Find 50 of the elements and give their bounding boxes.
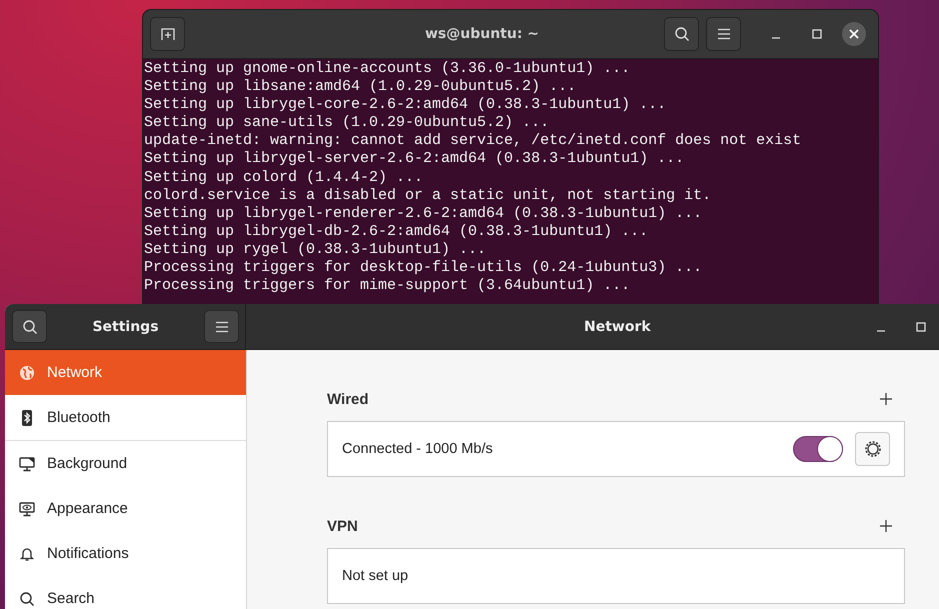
sidebar-item[interactable]: Background bbox=[5, 441, 246, 486]
empty-message: Not set up bbox=[342, 568, 410, 584]
toggle-switch[interactable] bbox=[793, 436, 843, 462]
monitor-icon bbox=[19, 456, 35, 472]
maximize-icon[interactable] bbox=[811, 28, 823, 40]
terminal-line: Processing triggers for mime-support (3.64ubuntu1) ... bbox=[144, 277, 632, 296]
terminal-line: Setting up gnome-online-accounts (3.36.0-1ubuntu1) ... bbox=[144, 60, 632, 78]
terminal-line: Setting up colord (1.4.4-2) ... bbox=[144, 168, 424, 187]
add-icon[interactable] bbox=[879, 519, 893, 533]
terminal-line: Setting up rygel (0.38.3-1ubuntu1) ... bbox=[144, 240, 488, 260]
sidebar-item[interactable]: Search bbox=[5, 576, 246, 609]
menu-button[interactable] bbox=[204, 310, 239, 343]
terminal-line: Setting up librygel-renderer-2.6-2:amd64 (0.38.3-1ubuntu1) ... bbox=[144, 204, 704, 223]
gear-icon bbox=[864, 440, 882, 458]
sidebar-item[interactable]: Appearance bbox=[5, 486, 246, 531]
terminal-line: Setting up libsane:amd64 (1.0.29-0ubuntu5.2) ... bbox=[144, 78, 578, 96]
search-icon bbox=[674, 26, 690, 42]
monitor-eye-icon bbox=[19, 500, 35, 516]
search-button[interactable] bbox=[12, 310, 47, 343]
search-icon bbox=[22, 318, 38, 334]
section-heading: VPN bbox=[327, 518, 358, 534]
globe-icon bbox=[19, 364, 35, 380]
section-heading: Wired bbox=[327, 390, 369, 408]
bluetooth-icon bbox=[19, 410, 35, 426]
menu-icon bbox=[214, 320, 228, 332]
settings-title: Settings bbox=[92, 318, 159, 334]
new-tab-button[interactable] bbox=[150, 17, 185, 51]
terminal-line: Setting up sane-utils (1.0.29-0ubuntu5.2) ... bbox=[144, 114, 550, 132]
terminal-line: colord.service is a disabled or a static unit, not starting it. bbox=[144, 186, 712, 205]
terminal-line: update-inetd: warning: cannot add service, /etc/inetd.conf does not exist bbox=[144, 132, 802, 150]
new-tab-icon bbox=[160, 26, 176, 42]
sidebar-item[interactable]: Bluetooth bbox=[5, 395, 246, 440]
bell-icon bbox=[19, 546, 35, 562]
maximize-icon[interactable] bbox=[914, 320, 927, 332]
connection-status: Connected - 1000 Mb/s bbox=[342, 441, 494, 457]
add-icon[interactable] bbox=[879, 392, 893, 406]
terminal-line: Processing triggers for desktop-file-utils (0.24-1ubuntu3) ... bbox=[144, 259, 704, 278]
window-title: ws@ubuntu: ~ bbox=[424, 26, 540, 42]
terminal-line: Setting up librygel-server-2.6-2:amd64 (0.38.3-1ubuntu1) ... bbox=[144, 150, 686, 169]
menu-button[interactable] bbox=[706, 17, 741, 51]
terminal-line: Setting up librygel-core-2.6-2:amd64 (0.38.3-1ubuntu1) ... bbox=[144, 96, 668, 114]
search-icon bbox=[19, 590, 35, 606]
settings-button[interactable] bbox=[855, 432, 890, 466]
menu-icon bbox=[716, 28, 730, 40]
search-button[interactable] bbox=[664, 17, 699, 51]
sidebar-item[interactable]: Network bbox=[5, 350, 246, 395]
terminal-line: Setting up librygel-db-2.6-2:amd64 (0.38.3-1ubuntu1) ... bbox=[144, 222, 650, 241]
sidebar-item[interactable]: Notifications bbox=[5, 531, 246, 576]
close-icon[interactable] bbox=[842, 22, 866, 46]
panel-title: Network bbox=[584, 318, 651, 336]
